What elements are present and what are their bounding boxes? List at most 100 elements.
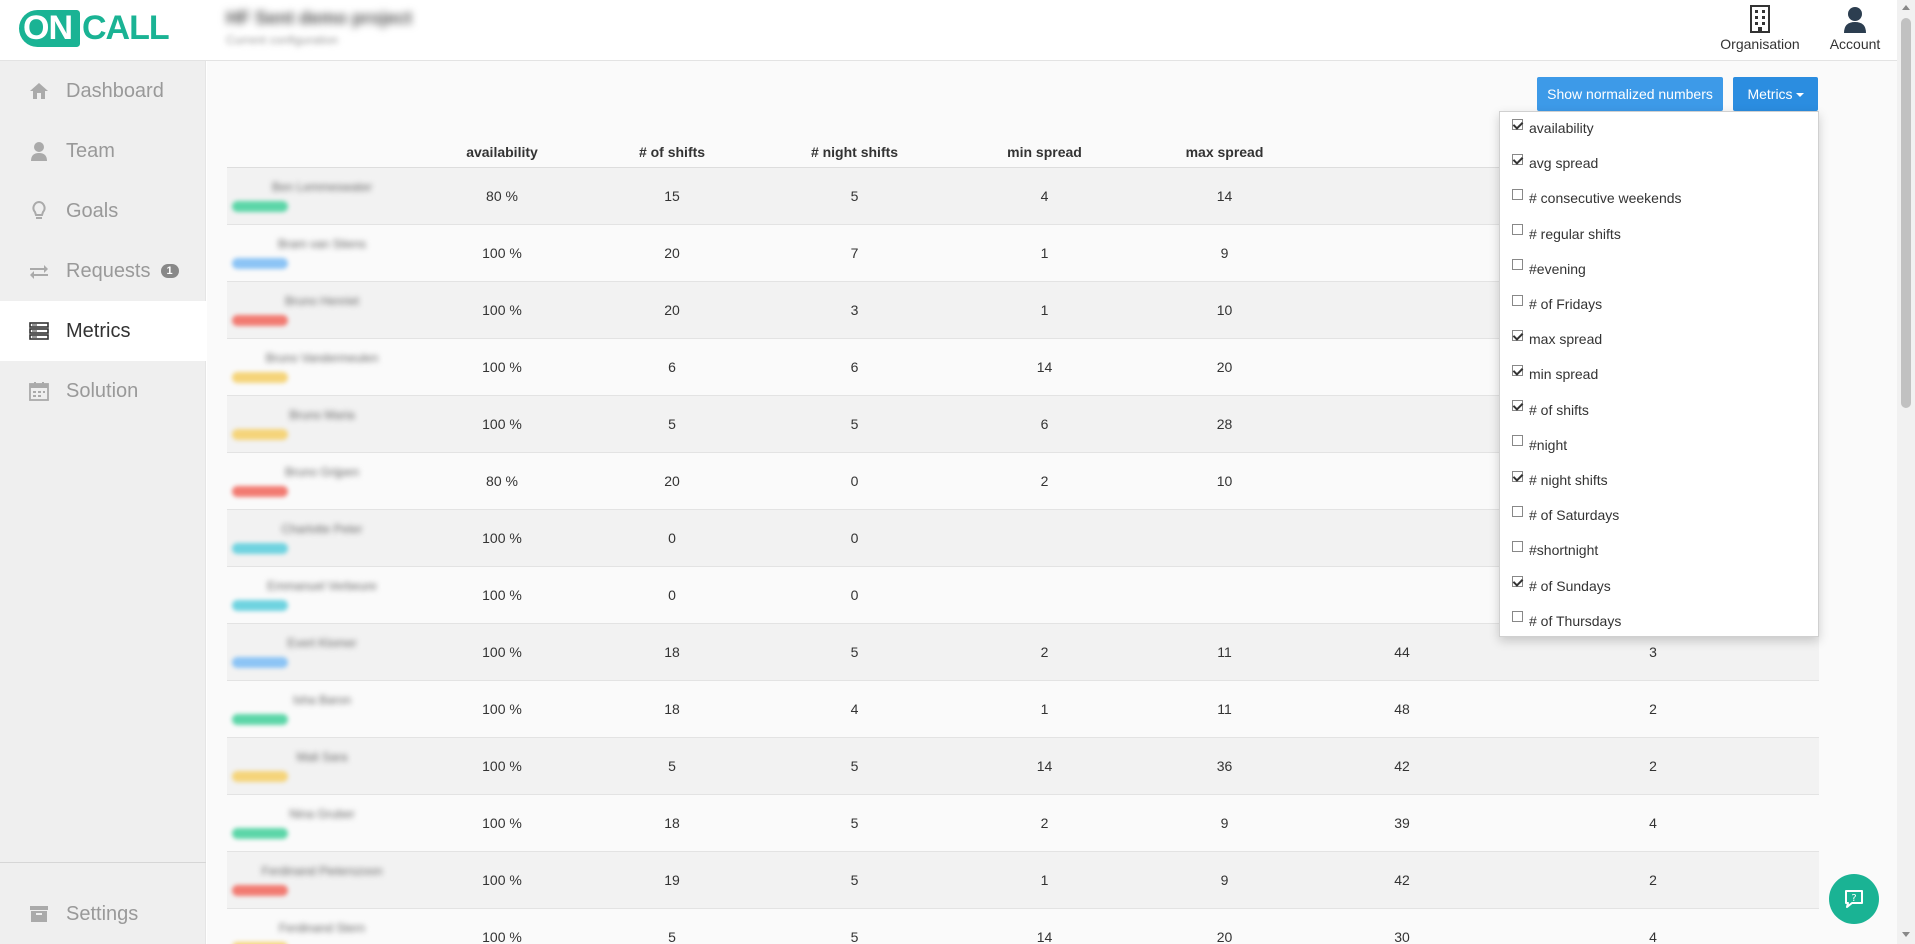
metric-option[interactable]: availability — [1512, 118, 1594, 138]
metric-checkbox[interactable] — [1512, 259, 1523, 271]
metric-option[interactable]: # of Thursdays — [1512, 611, 1621, 631]
metric-cell: 36 — [1132, 737, 1317, 795]
metric-cell: 28 — [1132, 395, 1317, 453]
metric-checkbox[interactable] — [1512, 188, 1523, 200]
metric-option-label: #shortnight — [1529, 542, 1599, 559]
metrics-dropdown-button[interactable]: Metrics — [1733, 77, 1818, 111]
member-cell: Bruno Maria — [227, 395, 412, 453]
metric-checkbox[interactable] — [1512, 153, 1523, 165]
top-bar: ON CALL HF Sent demo project Current con… — [0, 0, 1897, 61]
metric-cell — [957, 509, 1132, 567]
metric-checkbox[interactable] — [1512, 294, 1523, 306]
column-header[interactable]: # night shifts — [752, 137, 957, 168]
metric-option[interactable]: max spread — [1512, 329, 1602, 349]
sidebar: Dashboard Team Goals Requests 1 Metrics … — [0, 61, 206, 944]
sidebar-item-goals[interactable]: Goals — [0, 181, 206, 241]
metric-checkbox[interactable] — [1512, 224, 1523, 236]
metric-checkbox[interactable] — [1512, 505, 1523, 517]
column-header[interactable]: max spread — [1132, 137, 1317, 168]
metric-checkbox[interactable] — [1512, 576, 1523, 588]
metric-cell: 5 — [752, 851, 957, 909]
column-header-member — [227, 137, 412, 168]
metric-checkbox[interactable] — [1512, 400, 1523, 412]
metric-cell — [1132, 566, 1317, 624]
column-header[interactable] — [1317, 137, 1487, 168]
chat-support-button[interactable]: ? — [1829, 874, 1879, 924]
metric-option-label: # night shifts — [1529, 472, 1608, 488]
metric-cell: 44 — [1317, 623, 1487, 681]
metric-option[interactable]: # consecutive weekends — [1512, 188, 1682, 208]
metric-option-label: avg spread — [1529, 155, 1599, 172]
metric-cell: 10 — [1132, 452, 1317, 510]
organisation-link[interactable]: Organisation — [1705, 4, 1815, 52]
metric-option[interactable]: # night shifts — [1512, 470, 1608, 490]
metric-option[interactable]: # of Saturdays — [1512, 505, 1619, 525]
metric-option[interactable]: #evening — [1512, 259, 1586, 279]
metric-cell: 2 — [1487, 680, 1819, 738]
metric-cell: 2 — [957, 794, 1132, 852]
show-normalized-button[interactable]: Show normalized numbers — [1537, 77, 1723, 111]
metrics-dropdown-menu: availability avg spread # consecutive week… — [1499, 111, 1819, 637]
metric-option[interactable]: #night — [1512, 435, 1567, 455]
member-name: Ferdinand Pieterszoon — [261, 863, 383, 878]
metric-option[interactable]: avg spread — [1512, 153, 1598, 173]
logo-on-text: ON — [19, 10, 80, 47]
column-header[interactable]: min spread — [957, 137, 1132, 168]
scroll-thumb[interactable] — [1901, 18, 1911, 408]
user-icon — [1844, 7, 1866, 33]
metric-cell: 0 — [752, 566, 957, 624]
metric-option-label: # of Thursdays — [1529, 612, 1622, 629]
member-name: Charlotte Peter — [281, 521, 363, 536]
metric-option[interactable]: # of Fridays — [1512, 294, 1602, 314]
scroll-up-icon[interactable] — [1902, 5, 1910, 10]
user-icon — [28, 140, 50, 162]
calendar-icon — [28, 380, 50, 402]
sidebar-item-settings[interactable]: Settings — [0, 884, 206, 944]
metric-option[interactable]: # of Sundays — [1512, 576, 1611, 596]
metric-checkbox[interactable] — [1512, 329, 1523, 341]
metric-option[interactable]: # regular shifts — [1512, 224, 1621, 244]
sidebar-item-label: Solution — [66, 379, 139, 402]
metric-checkbox[interactable] — [1512, 435, 1523, 447]
metric-cell: 100 % — [412, 509, 592, 567]
metric-cell: 100 % — [412, 566, 592, 624]
metric-cell: 20 — [592, 452, 752, 510]
metric-cell: 100 % — [412, 680, 592, 738]
sidebar-item-solution[interactable]: Solution — [0, 361, 206, 421]
metric-checkbox[interactable] — [1512, 540, 1523, 552]
metric-cell: 5 — [752, 395, 957, 453]
member-name: Ben Lemmeswater — [271, 179, 373, 194]
metric-option[interactable]: # of shifts — [1512, 400, 1589, 420]
metric-cell: 0 — [592, 566, 752, 624]
sidebar-item-team[interactable]: Team — [0, 121, 206, 181]
metric-option[interactable]: #shortnight — [1512, 540, 1598, 560]
project-title: HF Sent demo project — [226, 8, 413, 28]
metric-cell — [1317, 167, 1487, 225]
page-scrollbar[interactable] — [1897, 0, 1915, 944]
metric-checkbox[interactable] — [1512, 364, 1523, 376]
sidebar-item-metrics[interactable]: Metrics — [0, 301, 206, 361]
sidebar-item-requests[interactable]: Requests 1 — [0, 241, 206, 301]
project-info: HF Sent demo project Current configurati… — [226, 8, 412, 47]
scroll-down-icon[interactable] — [1902, 932, 1910, 937]
member-cell: Mali Sara — [227, 737, 412, 795]
metric-cell: 4 — [957, 167, 1132, 225]
metric-option[interactable]: min spread — [1512, 364, 1598, 384]
sidebar-item-dashboard[interactable]: Dashboard — [0, 61, 206, 121]
metric-cell — [1317, 452, 1487, 510]
metric-cell: 5 — [752, 623, 957, 681]
column-header[interactable]: # of shifts — [592, 137, 752, 168]
metric-checkbox[interactable] — [1512, 611, 1523, 623]
column-header[interactable]: availability — [412, 137, 592, 168]
logo-call-text: CALL — [82, 9, 170, 47]
metric-cell: 11 — [1132, 680, 1317, 738]
metric-cell: 14 — [957, 338, 1132, 396]
metric-checkbox[interactable] — [1512, 118, 1523, 130]
metric-cell: 100 % — [412, 908, 592, 944]
metric-cell: 100 % — [412, 338, 592, 396]
metric-checkbox[interactable] — [1512, 470, 1523, 482]
sidebar-divider — [0, 862, 206, 863]
oncall-logo[interactable]: ON CALL — [19, 9, 170, 47]
member-name: Bruno Henriet — [284, 293, 360, 308]
account-link[interactable]: Account — [1800, 4, 1910, 52]
